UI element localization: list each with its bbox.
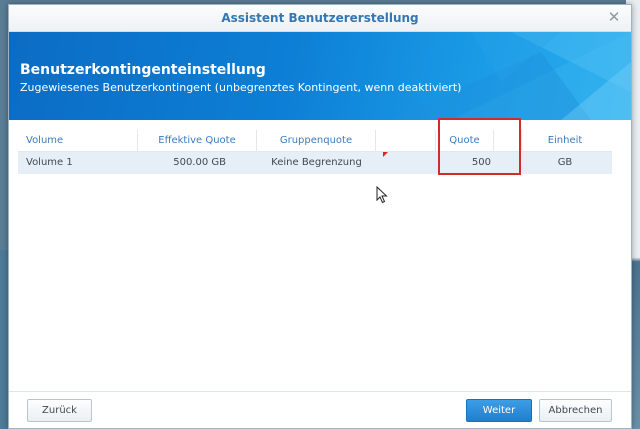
column-header-blank [376,130,436,151]
close-icon[interactable]: ✕ [605,8,623,26]
back-button[interactable]: Zurück [27,399,92,422]
column-header-unit[interactable]: Einheit [522,130,608,151]
next-button[interactable]: Weiter [466,399,532,422]
column-header-effective-quota[interactable]: Effektive Quote [138,130,257,151]
banner-subtitle: Zugewiesenes Benutzerkontingent (unbegre… [20,81,462,94]
cell-group-quota: Keine Begrenzung [271,157,362,168]
quota-table: Volume Effektive Quote Gruppenquote Quot… [18,130,612,174]
quota-highlight-box [438,118,521,175]
dialog-titlebar: Assistent Benutzererstellung ✕ [9,5,631,32]
footer-divider [9,391,631,392]
step-banner: Benutzerkontingenteinstellung Zugewiesen… [9,32,631,120]
table-header: Volume Effektive Quote Gruppenquote Quot… [18,130,612,152]
edited-cell-marker [383,152,388,157]
user-creation-wizard-dialog: Assistent Benutzererstellung ✕ Benutzerk… [8,4,632,429]
table-row[interactable]: Volume 1 500.00 GB Keine Begrenzung 500 … [18,152,612,174]
banner-decoration [391,32,631,120]
desktop-background-left [0,250,8,429]
cell-unit[interactable]: GB [522,152,608,173]
dialog-title: Assistent Benutzererstellung [221,11,419,25]
mouse-cursor-icon [376,186,388,204]
column-header-volume[interactable]: Volume [18,130,138,151]
banner-title: Benutzerkontingenteinstellung [20,62,266,78]
cancel-button[interactable]: Abbrechen [539,399,612,422]
cell-effective-quota: 500.00 GB [173,157,226,168]
column-header-group-quota[interactable]: Gruppenquote [257,130,376,151]
cell-volume: Volume 1 [26,157,73,168]
